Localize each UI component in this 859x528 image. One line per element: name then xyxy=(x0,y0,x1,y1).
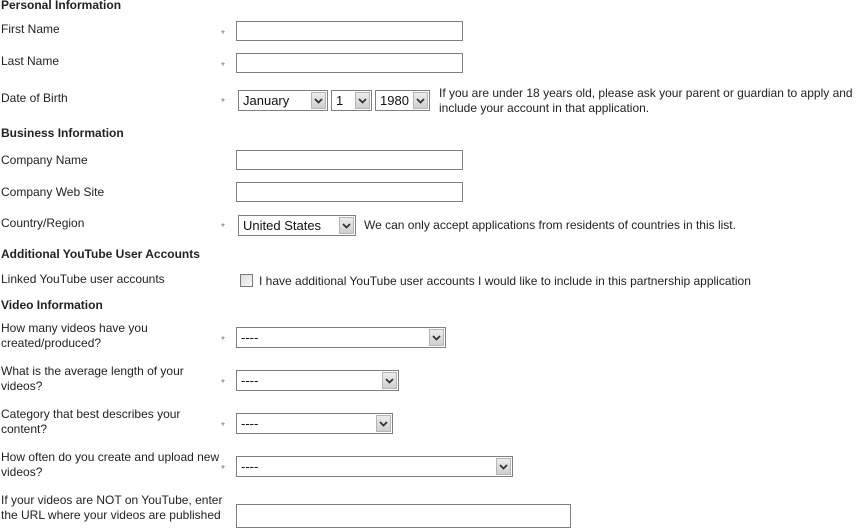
section-personal-information: Personal Information xyxy=(1,0,122,12)
chevron-down-icon xyxy=(429,329,444,346)
birth-month-value: January xyxy=(243,93,290,108)
chevron-down-icon xyxy=(413,92,428,109)
country-select[interactable]: United States xyxy=(238,215,356,236)
category-value: ---- xyxy=(241,416,259,431)
company-web-site-input[interactable] xyxy=(236,182,463,202)
chevron-down-icon xyxy=(496,458,511,475)
section-additional-accounts: Additional YouTube User Accounts xyxy=(1,247,200,261)
avg-length-select[interactable]: ---- xyxy=(236,370,399,391)
videos-count-select[interactable]: ---- xyxy=(236,327,446,348)
avg-length-label: What is the average length of your video… xyxy=(1,364,184,393)
linked-accounts-label: Linked YouTube user accounts xyxy=(1,272,165,286)
required-marker: * xyxy=(221,61,225,72)
chevron-down-icon xyxy=(311,92,326,109)
last-name-input[interactable] xyxy=(236,53,463,73)
category-select[interactable]: ---- xyxy=(236,413,393,434)
required-marker: * xyxy=(221,97,225,108)
avg-length-value: ---- xyxy=(241,373,259,388)
date-of-birth-label: Date of Birth xyxy=(1,91,68,105)
upload-frequency-select[interactable]: ---- xyxy=(236,456,513,477)
birth-year-select[interactable]: 1980 xyxy=(375,90,430,111)
birth-month-select[interactable]: January xyxy=(238,90,328,111)
first-name-label: First Name xyxy=(1,22,60,36)
required-marker: * xyxy=(221,335,225,346)
age-note: If you are under 18 years old, please as… xyxy=(439,86,853,115)
videos-count-value: ---- xyxy=(241,330,259,345)
required-marker: * xyxy=(221,421,225,432)
external-url-label: If your videos are NOT on YouTube, enter… xyxy=(1,493,223,522)
category-label: Category that best describes your conten… xyxy=(1,407,181,436)
birth-day-select[interactable]: 1 xyxy=(331,90,372,111)
birth-year-value: 1980 xyxy=(380,93,409,108)
company-name-label: Company Name xyxy=(1,153,88,167)
upload-frequency-value: ---- xyxy=(241,459,259,474)
section-business-information: Business Information xyxy=(1,126,124,140)
linked-accounts-checkbox[interactable] xyxy=(240,274,253,287)
first-name-input[interactable] xyxy=(236,21,463,41)
chevron-down-icon xyxy=(355,92,370,109)
required-marker: * xyxy=(221,464,225,475)
chevron-down-icon xyxy=(339,217,354,234)
company-web-site-label: Company Web Site xyxy=(1,185,105,199)
last-name-label: Last Name xyxy=(1,54,60,68)
videos-count-label: How many videos have you created/produce… xyxy=(1,321,148,350)
company-name-input[interactable] xyxy=(236,150,463,170)
country-note: We can only accept applications from res… xyxy=(364,218,736,232)
required-marker: * xyxy=(221,378,225,389)
required-marker: * xyxy=(221,222,225,233)
chevron-down-icon xyxy=(382,372,397,389)
upload-frequency-label: How often do you create and upload new v… xyxy=(1,450,220,479)
section-video-information: Video Information xyxy=(1,298,103,312)
country-region-label: Country/Region xyxy=(1,216,85,230)
required-marker: * xyxy=(221,29,225,40)
birth-day-value: 1 xyxy=(336,93,344,108)
country-value: United States xyxy=(243,218,322,233)
linked-accounts-checkbox-label[interactable]: I have additional YouTube user accounts … xyxy=(259,274,751,289)
external-url-input[interactable] xyxy=(236,504,571,528)
chevron-down-icon xyxy=(376,415,391,432)
